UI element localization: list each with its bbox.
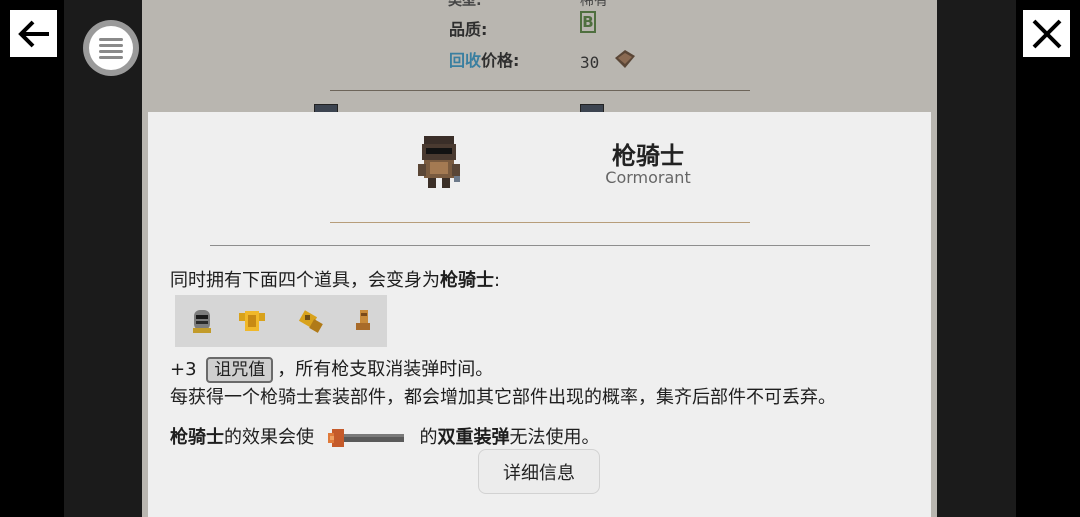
curse-effect-text: +3 诅咒值 ，所有枪支取消装弹时间。: [170, 355, 493, 383]
conflict-mid-text-2: 的: [419, 427, 438, 448]
character-sprite-icon: [418, 136, 460, 188]
requirement-prefix: 同时拥有下面四个道具，会变身为: [170, 270, 440, 291]
right-frame: [937, 0, 1016, 517]
material-icon: [614, 50, 635, 68]
details-button[interactable]: 详细信息: [478, 449, 600, 494]
menu-button[interactable]: [83, 20, 139, 76]
curse-tag-button[interactable]: 诅咒值: [206, 357, 274, 383]
weapon-conflict-text: 枪骑士的效果会使 的双重装弹无法使用。: [170, 423, 599, 451]
recycle-price-label: 回收价格:: [449, 47, 519, 71]
type-value: 稀有: [580, 0, 608, 9]
hamburger-menu-icon: [89, 26, 133, 70]
required-items-box: [175, 295, 387, 347]
conflict-skill-name: 双重装弹: [437, 427, 510, 448]
title-divider: [330, 222, 750, 223]
close-icon: [1032, 19, 1061, 48]
back-button[interactable]: [10, 10, 57, 57]
recycle-price-value: 30: [580, 48, 637, 72]
requirement-suffix: :: [494, 270, 501, 291]
gauntlet-icon[interactable]: [297, 307, 327, 335]
curse-effect-suffix: ，所有枪支取消装弹时间。: [277, 359, 494, 380]
set-bonus-text: 每获得一个枪骑士套装部件，都会增加其它部件出现的概率，集齐后部件不可丢弃。: [170, 387, 836, 408]
quality-badge: B: [580, 11, 596, 33]
weapon-icon[interactable]: [327, 425, 406, 451]
recycle-link[interactable]: 回收: [449, 51, 481, 70]
conflict-mid-text: 的效果会使: [224, 427, 314, 448]
requirement-bold: 枪骑士: [440, 270, 494, 291]
boot-icon[interactable]: [348, 307, 378, 335]
quality-label: 品质:: [449, 20, 488, 39]
price-value: 30: [580, 53, 600, 72]
character-subtitle: Cormorant: [605, 168, 691, 187]
close-button[interactable]: [1023, 10, 1070, 57]
character-dialog: 枪骑士 Cormorant 同时拥有下面四个道具，会变身为枪骑士: +3 诅咒值…: [148, 112, 931, 517]
left-frame: [64, 0, 142, 517]
helmet-icon[interactable]: [187, 307, 217, 335]
character-title: 枪骑士: [612, 142, 684, 170]
conflict-character-name: 枪骑士: [170, 427, 224, 448]
type-label: 类型:: [448, 0, 482, 9]
requirement-text: 同时拥有下面四个道具，会变身为枪骑士:: [170, 266, 500, 292]
curse-value: +3: [170, 359, 197, 380]
conflict-suffix: 无法使用。: [509, 427, 600, 448]
background-divider: [330, 90, 750, 91]
armor-icon[interactable]: [237, 307, 267, 335]
arrow-left-icon: [17, 20, 49, 47]
price-label: 价格:: [481, 51, 520, 70]
section-divider: [210, 245, 870, 246]
